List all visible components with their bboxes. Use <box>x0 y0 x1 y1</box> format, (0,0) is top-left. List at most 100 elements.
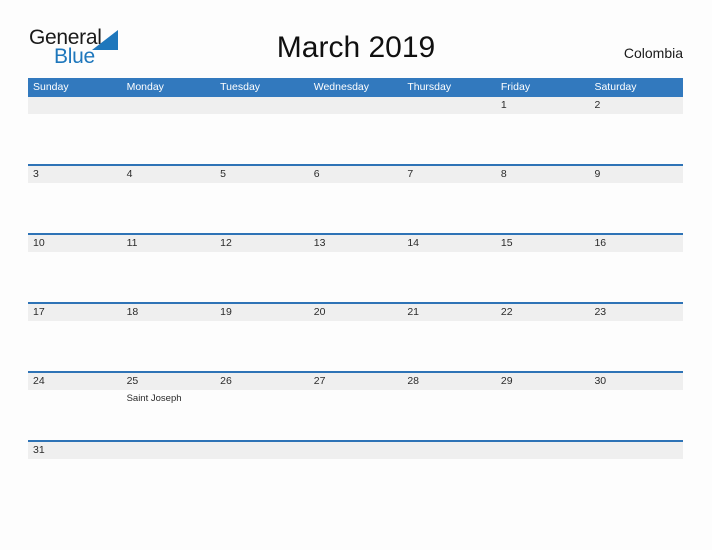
day-of-week-header-saturday: Saturday <box>594 81 637 93</box>
calendar-week-row: 17 18 19 20 21 22 23 <box>28 302 684 371</box>
day-number-band: 1 <box>495 97 590 114</box>
day-number-band <box>215 442 309 459</box>
calendar-day-cell-empty <box>402 442 496 459</box>
calendar-day-cell-13[interactable]: 13 <box>308 235 403 302</box>
day-number-band <box>121 442 216 459</box>
calendar-day-cell-21[interactable]: 21 <box>402 304 496 371</box>
day-number-band: 14 <box>402 235 496 252</box>
day-number: 21 <box>407 306 419 318</box>
calendar-day-cell-3[interactable]: 3 <box>28 166 122 233</box>
day-number-band: 28 <box>402 373 496 390</box>
day-number: 19 <box>220 306 232 318</box>
day-number: 27 <box>313 375 326 387</box>
day-number-band <box>402 442 496 459</box>
calendar-day-cell-16[interactable]: 16 <box>589 235 684 302</box>
day-number: 17 <box>33 306 45 318</box>
day-number-band: 19 <box>215 304 309 321</box>
calendar-day-cell-31[interactable]: 31 <box>28 442 122 459</box>
calendar-day-cell-empty <box>121 97 216 164</box>
day-number: 18 <box>126 306 139 318</box>
calendar-day-cell-empty <box>28 97 122 164</box>
calendar-day-cell-8[interactable]: 8 <box>495 166 590 233</box>
calendar-day-cell-23[interactable]: 23 <box>589 304 684 371</box>
day-number-band: 5 <box>215 166 309 183</box>
day-number: 23 <box>594 306 607 318</box>
calendar-day-cell-10[interactable]: 10 <box>28 235 122 302</box>
calendar-week-cells: 31 <box>28 442 684 459</box>
day-number: 7 <box>407 168 414 180</box>
day-number: 26 <box>220 375 232 387</box>
day-number: 25 <box>126 375 139 387</box>
calendar-day-cell-1[interactable]: 1 <box>495 97 590 164</box>
calendar-week-row: 10 11 12 13 14 15 16 <box>28 233 684 302</box>
day-number-band <box>28 97 122 114</box>
calendar-day-cell-28[interactable]: 28 <box>402 373 496 440</box>
calendar-day-cell-25[interactable]: 25 Saint Joseph <box>121 373 216 440</box>
calendar-day-cell-24[interactable]: 24 <box>28 373 122 440</box>
calendar-day-cell-empty <box>215 442 309 459</box>
calendar-day-cell-12[interactable]: 12 <box>215 235 309 302</box>
day-number-band: 4 <box>121 166 216 183</box>
calendar-day-cell-19[interactable]: 19 <box>215 304 309 371</box>
day-number-band: 29 <box>495 373 590 390</box>
day-of-week-header-friday: Friday <box>500 81 531 93</box>
calendar-day-cell-2[interactable]: 2 <box>589 97 684 164</box>
calendar-weeks: 1 2 3 4 5 6 7 8 9 10 11 12 13 14 15 16 17 18 19 20 21 22 23 24 2… <box>28 97 684 459</box>
day-number-band: 2 <box>589 97 684 114</box>
calendar-day-cell-30[interactable]: 30 <box>589 373 684 440</box>
calendar-day-cell-18[interactable]: 18 <box>121 304 216 371</box>
day-number: 13 <box>313 237 326 249</box>
day-number: 10 <box>33 237 45 249</box>
day-number-band: 15 <box>495 235 590 252</box>
calendar-day-cell-4[interactable]: 4 <box>121 166 216 233</box>
day-number-band <box>121 97 216 114</box>
region-label: Colombia <box>623 45 683 61</box>
calendar-week-cells: 17 18 19 20 21 22 23 <box>28 304 684 371</box>
calendar-day-cell-29[interactable]: 29 <box>495 373 590 440</box>
calendar-day-cell-empty <box>121 442 216 459</box>
calendar-day-cell-14[interactable]: 14 <box>402 235 496 302</box>
day-number: 30 <box>594 375 607 387</box>
day-number-band: 26 <box>215 373 309 390</box>
page-header: General Blue March 2019 Colombia <box>0 0 712 76</box>
day-events: Saint Joseph <box>122 390 216 405</box>
calendar-day-cell-15[interactable]: 15 <box>495 235 590 302</box>
calendar-day-cell-17[interactable]: 17 <box>28 304 122 371</box>
calendar-grid: Sunday Monday Tuesday Wednesday Thursday Frid… <box>28 78 684 459</box>
calendar-day-cell-20[interactable]: 20 <box>308 304 403 371</box>
calendar-week-row: 12 <box>28 97 684 164</box>
day-number-band: 20 <box>308 304 403 321</box>
calendar-day-cell-22[interactable]: 22 <box>495 304 590 371</box>
calendar-day-cell-7[interactable]: 7 <box>402 166 496 233</box>
day-number: 6 <box>313 168 320 180</box>
day-number-band: 24 <box>28 373 122 390</box>
day-number: 11 <box>126 237 138 249</box>
calendar-week-row: 3 4 5 6 7 8 9 <box>28 164 684 233</box>
day-number-band: 6 <box>308 166 403 183</box>
calendar-day-cell-6[interactable]: 6 <box>308 166 403 233</box>
day-number: 3 <box>33 168 39 180</box>
page-title: March 2019 <box>276 31 436 64</box>
calendar-day-cell-11[interactable]: 11 <box>121 235 216 302</box>
calendar-day-cell-5[interactable]: 5 <box>215 166 309 233</box>
day-number-band: 13 <box>308 235 403 252</box>
day-number-band <box>308 442 403 459</box>
day-of-week-header-monday: Monday <box>126 81 164 93</box>
day-number: 28 <box>407 375 419 387</box>
day-number: 4 <box>126 168 133 180</box>
day-number-band: 11 <box>121 235 216 252</box>
day-of-week-header-thursday: Thursday <box>407 81 452 93</box>
day-number-band <box>589 442 684 459</box>
day-number-band: 27 <box>308 373 403 390</box>
calendar-day-cell-26[interactable]: 26 <box>215 373 309 440</box>
day-number: 8 <box>500 168 507 180</box>
day-number: 5 <box>220 168 226 180</box>
day-number-band <box>402 97 496 114</box>
calendar-day-cell-27[interactable]: 27 <box>308 373 403 440</box>
day-number: 12 <box>220 237 232 249</box>
calendar-day-cell-9[interactable]: 9 <box>589 166 684 233</box>
day-number-band <box>495 442 590 459</box>
calendar-day-cell-empty <box>495 442 590 459</box>
day-number: 24 <box>33 375 45 387</box>
calendar-week-cells: 12 <box>28 97 684 164</box>
